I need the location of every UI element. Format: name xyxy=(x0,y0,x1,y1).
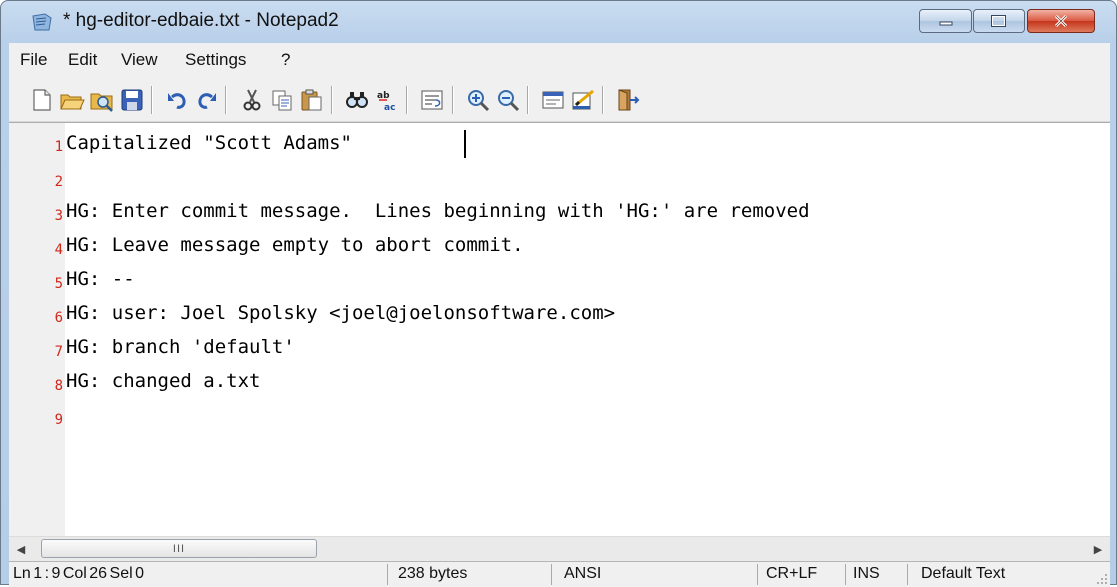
line-number: 8 xyxy=(54,378,63,394)
code-line: HG: Leave message empty to abort commit. xyxy=(66,234,524,256)
status-separator xyxy=(757,564,758,585)
redo-icon[interactable] xyxy=(194,87,220,113)
code-line: HG: -- xyxy=(66,268,135,290)
settings-icon[interactable] xyxy=(540,87,566,113)
replace-icon[interactable]: abac xyxy=(374,87,400,113)
menu-help[interactable]: ? xyxy=(281,50,290,70)
toolbar-separator xyxy=(527,86,529,114)
close-button[interactable] xyxy=(1027,9,1095,33)
zoom-out-icon[interactable] xyxy=(495,87,521,113)
cut-icon[interactable] xyxy=(239,87,265,113)
toolbar-separator xyxy=(151,86,153,114)
line-number: 6 xyxy=(54,310,63,326)
scrollbar-grip: III xyxy=(172,542,186,555)
notepad-app-icon xyxy=(32,13,52,31)
minimize-button[interactable] xyxy=(919,9,972,33)
scroll-right-icon: ▶ xyxy=(1093,543,1103,556)
code-line: HG: user: Joel Spolsky <joel@joelonsoftw… xyxy=(66,302,616,324)
code-line: HG: changed a.txt xyxy=(66,370,261,392)
status-scheme[interactable]: Default Text xyxy=(921,565,1005,583)
menu-bar: File Edit View Settings ? xyxy=(9,43,1110,77)
find-icon[interactable] xyxy=(344,87,370,113)
window-title: * hg-editor-edbaie.txt - Notepad2 xyxy=(63,10,339,31)
zoom-in-icon[interactable] xyxy=(465,87,491,113)
title-bar[interactable]: * hg-editor-edbaie.txt - Notepad2 xyxy=(1,1,1116,43)
notepad2-window: * hg-editor-edbaie.txt - Notepad2 File E… xyxy=(0,0,1117,587)
toolbar-separator xyxy=(225,86,227,114)
status-separator xyxy=(845,564,846,585)
new-file-icon[interactable] xyxy=(29,87,55,113)
line-number: 9 xyxy=(54,412,63,428)
status-size: 238 bytes xyxy=(398,565,468,582)
code-line: HG: branch 'default' xyxy=(66,336,295,358)
text-caret xyxy=(464,130,466,158)
exit-icon[interactable] xyxy=(615,87,641,113)
line-number-gutter: 1 2 3 4 5 6 7 8 9 xyxy=(9,123,65,537)
status-position: Ln 1 : 9 Col 26 Sel 0 xyxy=(13,565,144,582)
open-folder-icon[interactable] xyxy=(59,87,85,113)
menu-settings[interactable]: Settings xyxy=(185,50,246,70)
save-icon[interactable] xyxy=(119,87,145,113)
maximize-button[interactable] xyxy=(973,9,1025,33)
line-number: 4 xyxy=(54,242,63,258)
toolbar-separator xyxy=(602,86,604,114)
line-number: 3 xyxy=(54,208,63,224)
client-area: File Edit View Settings ? ab ac 1 2 3 4 … xyxy=(9,43,1110,587)
svg-text:ac: ac xyxy=(384,103,395,113)
toolbar-separator xyxy=(406,86,408,114)
undo-icon[interactable] xyxy=(164,87,190,113)
scrollbar-thumb[interactable]: III xyxy=(41,539,317,558)
status-bar: Ln 1 : 9 Col 26 Sel 0 238 bytes ANSI CR+… xyxy=(9,561,1110,587)
horizontal-scrollbar[interactable]: ◀ III ▶ xyxy=(9,536,1110,561)
minimize-icon xyxy=(939,21,952,26)
status-encoding[interactable]: ANSI xyxy=(564,565,601,583)
scroll-left-icon: ◀ xyxy=(16,543,26,556)
menu-file[interactable]: File xyxy=(20,50,47,70)
toolbar: ab ac xyxy=(9,77,1110,122)
scroll-left-button[interactable]: ◀ xyxy=(9,537,33,561)
toolbar-separator xyxy=(452,86,454,114)
code-line: HG: Enter commit message. Lines beginnin… xyxy=(66,200,810,222)
copy-icon[interactable] xyxy=(269,87,295,113)
menu-view[interactable]: View xyxy=(121,50,158,70)
close-icon xyxy=(1054,14,1068,28)
code-line: Capitalized "Scott Adams" xyxy=(66,132,352,154)
maximize-icon xyxy=(991,15,1006,27)
status-separator xyxy=(551,564,552,585)
status-separator xyxy=(907,564,908,585)
line-number: 7 xyxy=(54,344,63,360)
menu-edit[interactable]: Edit xyxy=(68,50,97,70)
browse-icon[interactable] xyxy=(89,87,115,113)
paste-icon[interactable] xyxy=(299,87,325,113)
scroll-right-button[interactable]: ▶ xyxy=(1086,537,1110,561)
scheme-icon[interactable] xyxy=(570,87,596,113)
text-editor[interactable]: 1 2 3 4 5 6 7 8 9 Capitalized "Scott Ada… xyxy=(9,122,1110,537)
status-separator xyxy=(387,564,388,585)
line-number: 2 xyxy=(54,174,63,190)
status-mode[interactable]: INS xyxy=(853,565,880,583)
line-number: 1 xyxy=(54,139,63,155)
resize-grip-icon[interactable] xyxy=(1094,571,1108,585)
toolbar-separator xyxy=(331,86,333,114)
line-number: 5 xyxy=(54,276,63,292)
word-wrap-icon[interactable] xyxy=(419,87,445,113)
status-line-endings[interactable]: CR+LF xyxy=(766,565,817,583)
